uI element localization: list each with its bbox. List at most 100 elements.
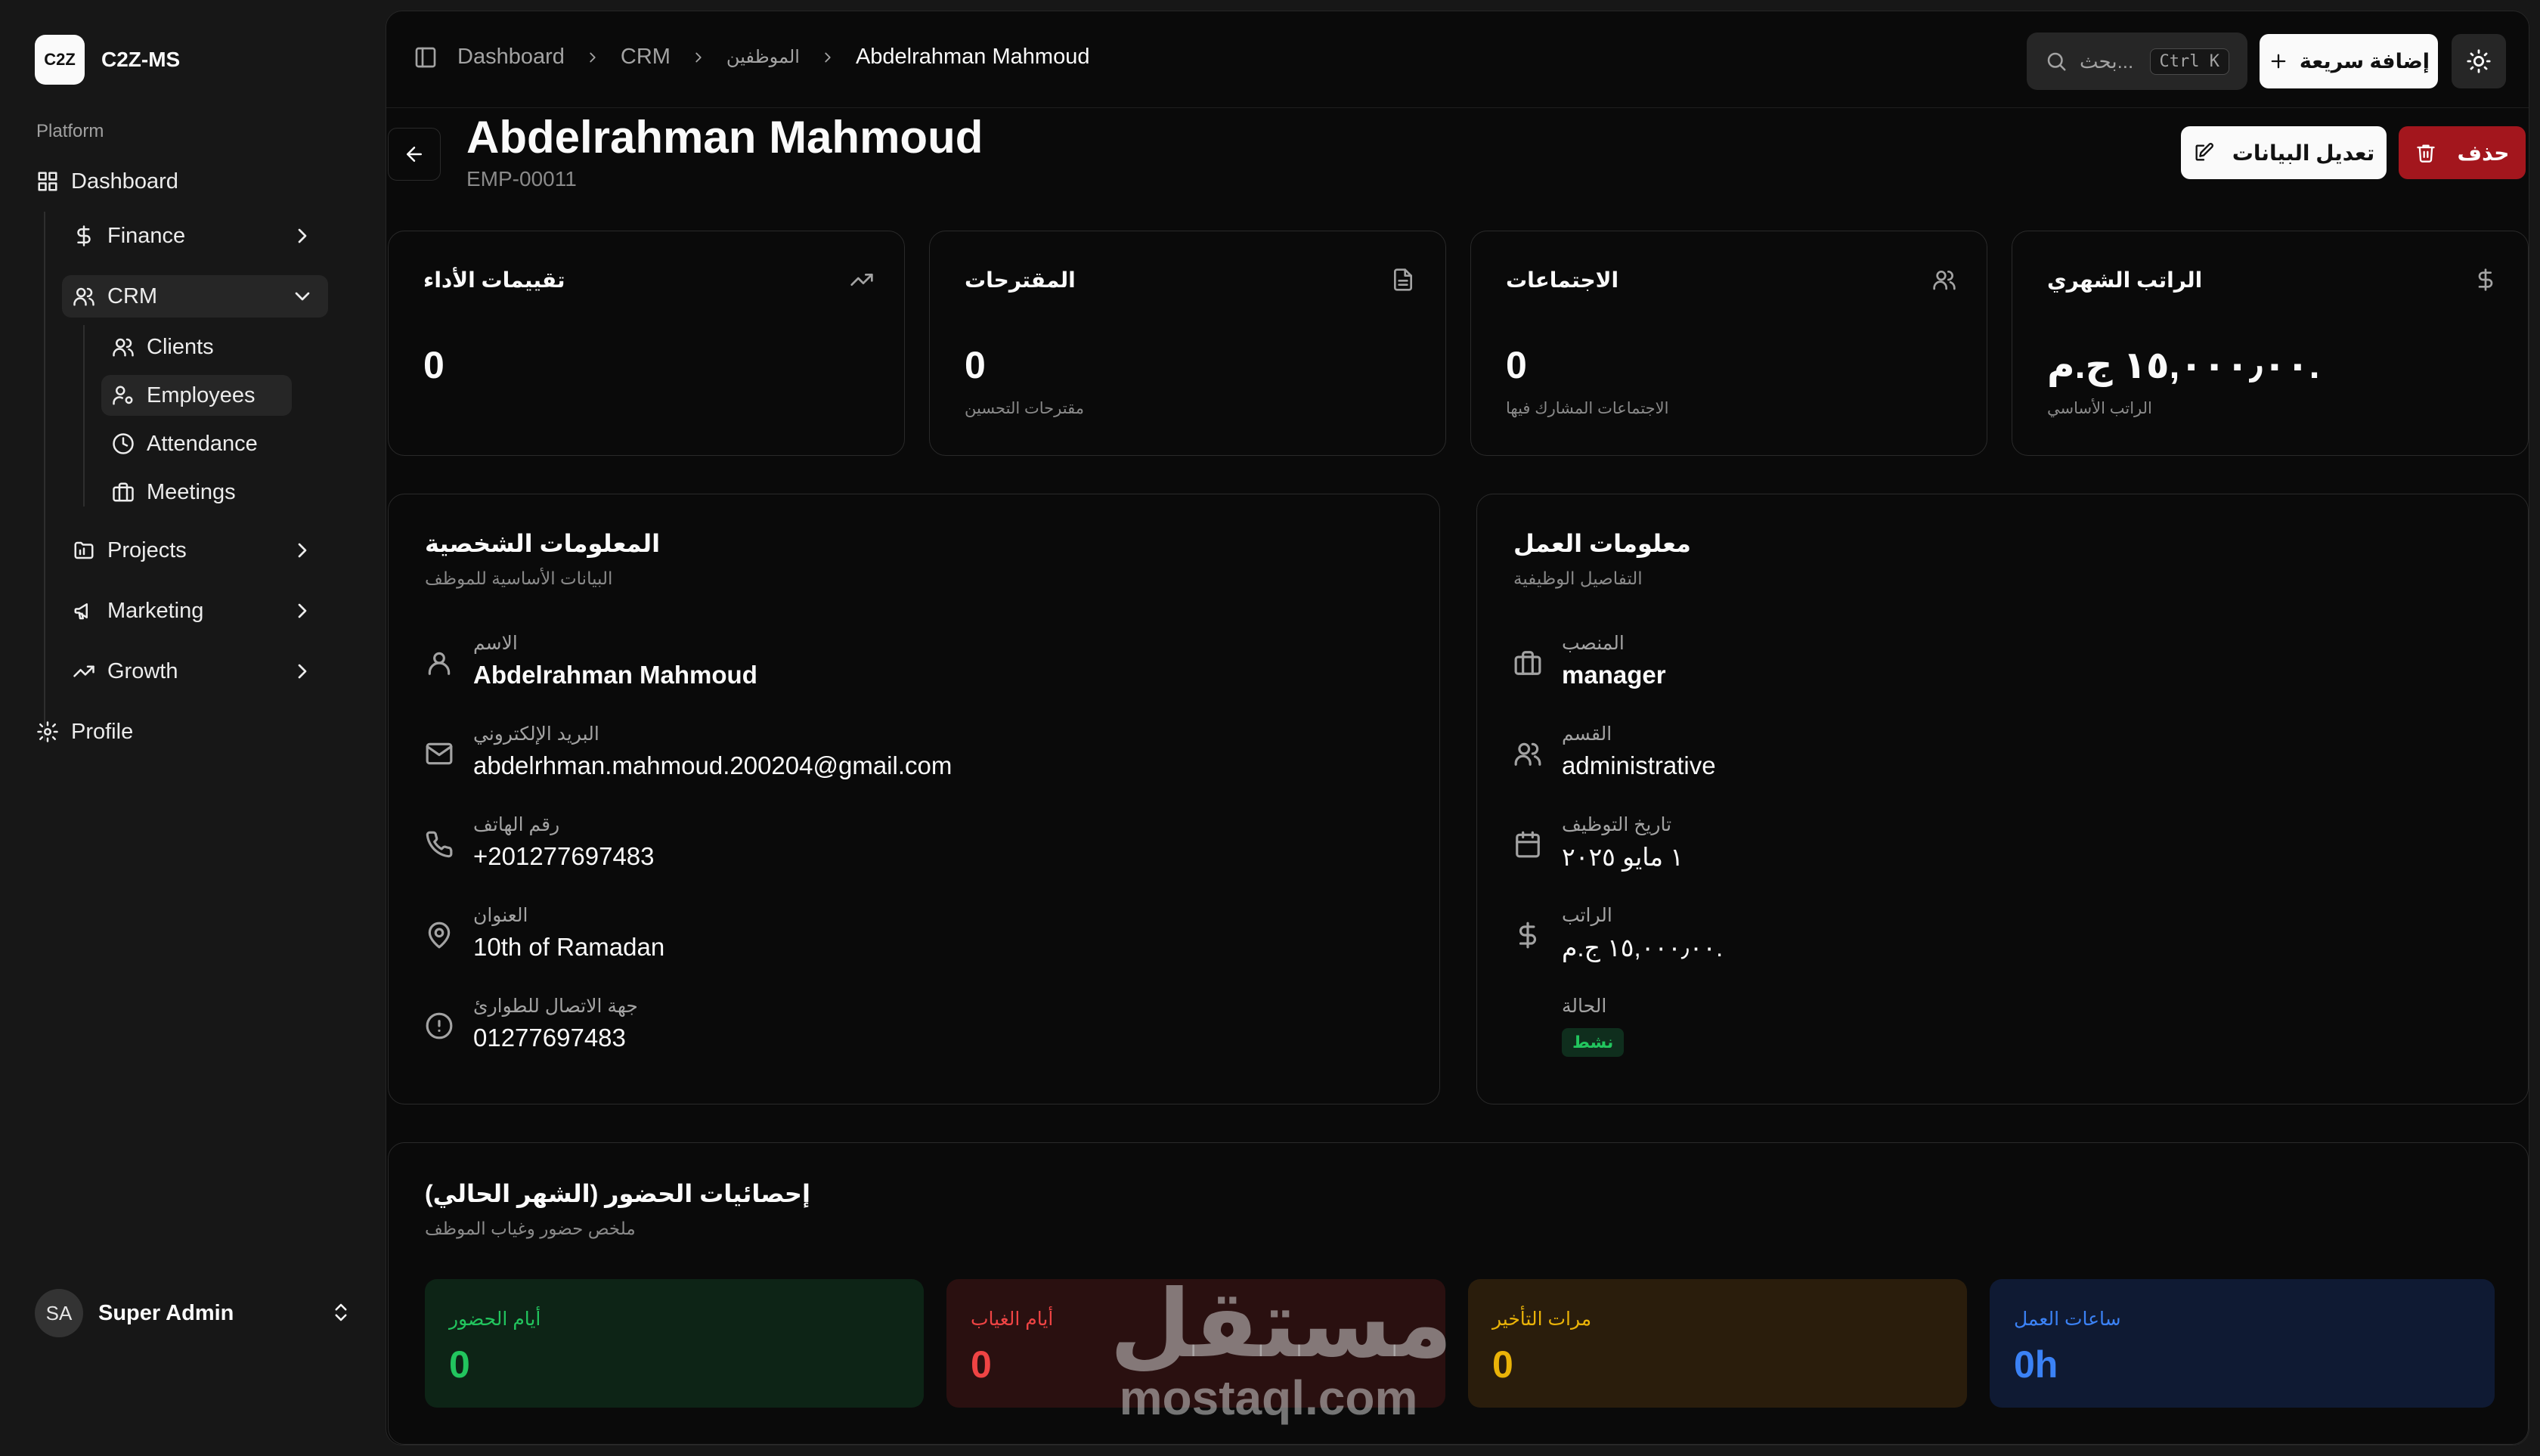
breadcrumb-employees[interactable]: الموظفين [726,46,800,68]
user-cog-icon [113,386,133,405]
attendance-value: 0 [449,1343,470,1386]
chevron-right-icon [298,228,307,243]
info-row-hire-date: تاريخ التوظيف ١ مايو ٢٠٢٥ [1513,813,1684,872]
user-icon [428,652,451,675]
delete-button[interactable]: حذف [2399,126,2526,179]
row-label: الراتب [1562,905,1612,926]
section-subtitle: البيانات الأساسية للموظف [425,568,613,588]
row-value: +201277697483 [473,842,655,870]
user-menu[interactable]: SA Super Admin [35,1289,352,1337]
info-row-position: المنصب manager [1513,632,1666,689]
info-row-department: القسم administrative [1513,723,1716,780]
row-value: manager [1562,661,1666,689]
section-title: معلومات العمل [1513,530,1691,557]
users-icon [1514,742,1541,766]
plus-icon [2271,54,2286,69]
info-row-salary: الراتب ١٥,٠٠٠٫٠٠ ج.م. [1513,904,1723,962]
sidebar-item-marketing[interactable]: Marketing [62,590,328,632]
breadcrumb-crm[interactable]: CRM [621,45,671,70]
delete-label: حذف [2457,141,2510,165]
attendance-label: أيام الغياب [971,1309,1054,1330]
section-title: إحصائيات الحضور (الشهر الحالي) [425,1180,810,1207]
trending-up-icon [73,665,94,677]
sun-icon [2467,49,2491,73]
brand[interactable]: C2Z C2Z-MS [35,35,180,85]
attendance-late-box: مرات التأخير 0 [1468,1279,1967,1408]
sidebar-item-clients[interactable]: Clients [101,327,292,367]
arrow-left-icon [407,147,422,162]
dollar-icon [1519,922,1536,949]
file-icon [1394,268,1412,291]
sidebar-item-finance[interactable]: Finance [62,215,328,257]
sidebar-item-employees[interactable]: Employees [101,375,292,416]
sidebar-item-growth[interactable]: Growth [62,650,328,692]
sidebar-toggle-icon[interactable] [414,45,438,70]
stat-card-suggestions: المقترحات 0 مقترحات التحسين [929,231,1446,456]
theme-toggle-button[interactable] [2452,34,2506,88]
brand-logo: C2Z [35,35,85,85]
section-subtitle: التفاصيل الوظيفية [1513,568,1643,588]
edit-icon [2195,143,2213,161]
stat-card-performance: تقييمات الأداء 0 [388,231,905,456]
chevron-right-icon [298,603,307,618]
row-value: administrative [1562,751,1716,779]
quick-add-button[interactable]: إضافة سريعة [2260,34,2438,88]
chevron-right-icon [298,664,307,679]
section-subtitle: ملخص حضور وغياب الموظف [425,1219,636,1238]
edit-button[interactable]: تعديل البيانات [2181,126,2387,179]
row-label: تاريخ التوظيف [1562,814,1672,835]
stat-value: 0 [965,344,986,386]
alert-circle-icon [426,1012,453,1039]
attendance-present-box: أيام الحضور 0 [425,1279,924,1408]
watermark-arabic: مستقل [1110,1270,1453,1379]
sidebar-item-projects[interactable]: Projects [62,529,328,572]
chevron-right-icon [825,52,831,62]
mail-icon [426,742,453,765]
brand-name: C2Z-MS [101,48,181,71]
stat-title: تقييمات الأداء [423,268,565,292]
row-value: 10th of Ramadan [473,933,665,961]
row-label: الحالة [1562,996,1607,1017]
stat-value: 0 [423,344,444,386]
briefcase-icon [1514,651,1541,675]
breadcrumb-dashboard[interactable]: Dashboard [457,45,565,70]
back-button[interactable] [388,128,441,181]
stat-card-meetings: الاجتماعات 0 الاجتماعات المشارك فيها [1470,231,1987,456]
quick-add-label: إضافة سريعة [2299,49,2430,73]
stat-sub: الراتب الأساسي [2047,400,2152,417]
sidebar-item-label: CRM [107,283,158,308]
attendance-label: ساعات العمل [2014,1309,2121,1330]
stat-title: الاجتماعات [1506,268,1619,292]
row-label: المنصب [1562,633,1625,654]
sidebar-item-dashboard[interactable]: Dashboard [26,160,328,203]
search-shortcut: Ctrl K [2149,48,2229,75]
info-row-address: العنوان 10th of Ramadan [425,904,664,962]
search-icon [2047,52,2066,71]
row-value: 01277697483 [473,1024,626,1052]
row-label: جهة الاتصال للطوارئ [473,996,638,1017]
trending-up-icon [850,274,873,286]
info-row-email: البريد الإلكتروني abdelrhman.mahmoud.200… [425,723,952,780]
row-value: Abdelrahman Mahmoud [473,661,757,689]
sidebar-item-label: Clients [147,334,214,359]
row-label: رقم الهاتف [473,814,560,835]
sidebar-item-meetings[interactable]: Meetings [101,472,292,513]
search-input[interactable]: بحث... Ctrl K [2027,33,2247,90]
stat-card-salary: الراتب الشهري ١٥,٠٠٠٫٠٠ ج.م. الراتب الأس… [2012,231,2529,456]
sidebar-item-attendance[interactable]: Attendance [101,423,292,464]
nav-tree-line [44,212,45,741]
employee-id: EMP-00011 [466,167,577,191]
sidebar-item-label: Growth [107,658,178,683]
chevron-right-icon [695,52,702,62]
users-icon [73,287,94,306]
sidebar-item-crm[interactable]: CRM [62,275,328,318]
sidebar-item-profile[interactable]: Profile [26,711,328,753]
attendance-value: 0h [2014,1343,2058,1386]
row-value: ١٥,٠٠٠٫٠٠ ج.م. [1562,934,1724,962]
nav-subtree-line [83,325,85,507]
dollar-icon [2478,268,2493,291]
avatar: SA [35,1289,83,1337]
row-value: ١ مايو ٢٠٢٥ [1562,843,1684,871]
chevron-down-icon [295,292,310,301]
grid-icon [38,172,57,191]
